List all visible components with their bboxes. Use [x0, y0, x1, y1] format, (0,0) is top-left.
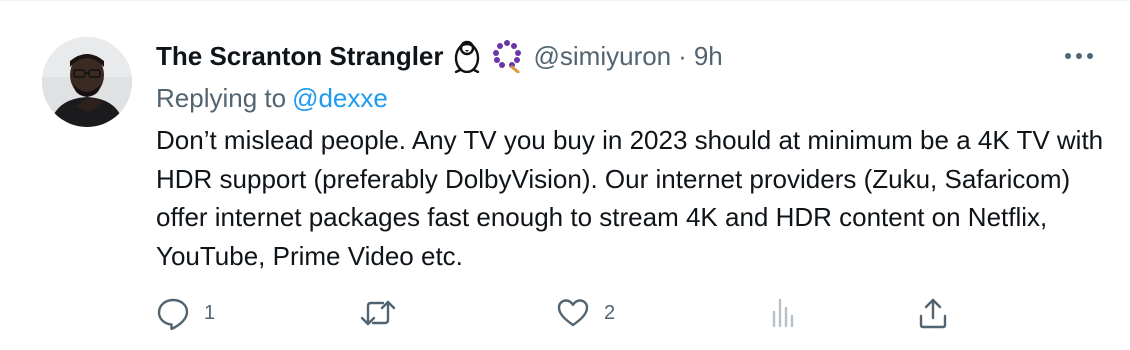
like-button[interactable]: 2 [556, 293, 615, 333]
author-display-name[interactable]: The Scranton Strangler [156, 41, 444, 72]
avatar[interactable] [42, 37, 132, 127]
tweet: The Scranton Strangler @simiyuron · 9h R… [0, 0, 1130, 350]
action-bar: 1 2 [156, 293, 956, 333]
views-icon [769, 296, 799, 330]
views-button[interactable] [769, 293, 813, 333]
like-count: 2 [604, 301, 616, 324]
replying-to: Replying to @dexxe [156, 83, 388, 114]
tweet-text: Don’t mislead people. Any TV you buy in … [156, 125, 1104, 271]
penguin-emoji-icon [452, 39, 482, 73]
reply-icon [156, 296, 190, 330]
retweet-icon [359, 296, 397, 330]
reply-count: 1 [204, 301, 216, 324]
share-button[interactable] [917, 293, 949, 333]
more-icon[interactable] [1062, 41, 1096, 71]
reply-button[interactable]: 1 [156, 293, 215, 333]
replying-to-mention[interactable]: @dexxe [292, 83, 388, 113]
heart-icon [556, 296, 590, 330]
timestamp[interactable]: 9h [694, 41, 723, 72]
tweet-header: The Scranton Strangler @simiyuron · 9h [156, 37, 723, 75]
share-icon [917, 296, 949, 330]
retweet-button[interactable] [359, 293, 411, 333]
prayer-beads-emoji-icon [490, 39, 524, 73]
author-handle[interactable]: @simiyuron [534, 41, 672, 72]
replying-to-label: Replying to [156, 83, 287, 113]
separator-dot: · [678, 40, 687, 71]
